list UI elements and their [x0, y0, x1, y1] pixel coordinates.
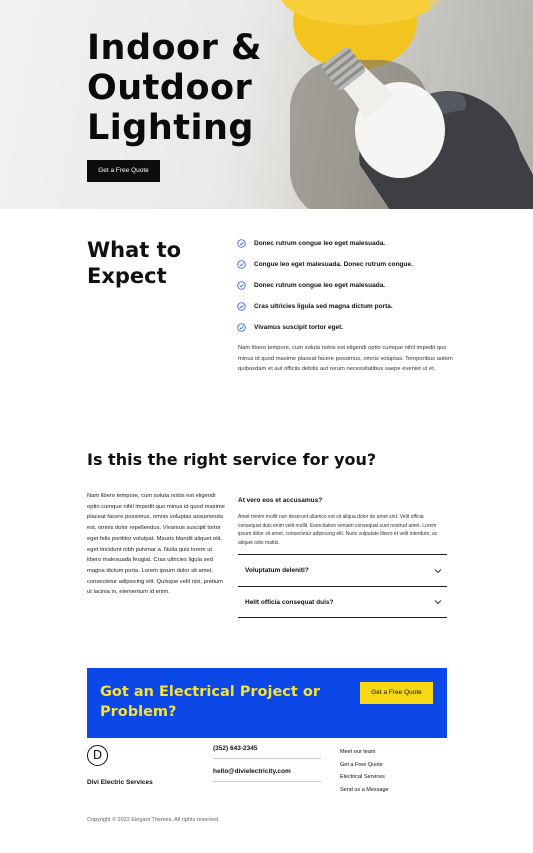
- accordion-item[interactable]: Hellt officia consequat duis?: [238, 586, 447, 619]
- check-circle-icon: [237, 281, 246, 290]
- hero-title-line: Outdoor: [87, 68, 253, 108]
- check-circle-icon: [237, 239, 246, 248]
- divi-logo[interactable]: D: [87, 745, 108, 766]
- checklist-item-label: Cras ultricies ligula sed magna dictum p…: [254, 303, 393, 310]
- cta-title: Got an Electrical Project or Problem?: [100, 684, 320, 720]
- hero-title-line: Lighting: [87, 108, 254, 148]
- cta-quote-button[interactable]: Get a Free Quote: [360, 682, 433, 704]
- expect-title-line: What to: [87, 238, 182, 262]
- footer-contact: (352) 643-2345 hello@divielectricity.com: [213, 745, 321, 782]
- footer-link[interactable]: Send us a Message: [340, 787, 389, 800]
- checklist-item-label: Donec rutrum congue leo eget malesuada.: [254, 282, 386, 289]
- copyright-text: Copyright © 2022 Elegant Themes. All rig…: [87, 817, 220, 823]
- checklist-item-label: Vivamus suscipit tortor eget.: [254, 324, 344, 331]
- hero-section: Indoor & Outdoor Lighting Get a Free Quo…: [0, 0, 533, 209]
- check-circle-icon: [237, 323, 246, 332]
- checklist-item: Donec rutrum congue leo eget malesuada.: [237, 275, 457, 296]
- hero-title-line: Indoor &: [87, 28, 263, 68]
- expect-paragraph: Nam libero tempore, cum soluta nobis est…: [238, 345, 453, 372]
- checklist-item: Vivamus suscipit tortor eget.: [237, 317, 457, 338]
- footer-link[interactable]: Electrical Services: [340, 774, 389, 787]
- check-circle-icon: [237, 260, 246, 269]
- accordion-item[interactable]: Voluptatum deleniti?: [238, 554, 447, 586]
- faq-accordion: At vero eos et accusamus? Amet minim mol…: [238, 490, 447, 619]
- chevron-down-icon: [434, 569, 442, 574]
- footer-links: Meet our team Get a Free Quote Electrica…: [340, 749, 389, 799]
- checklist-item: Congue leo eget malesuada. Donec rutrum …: [237, 254, 457, 275]
- footer-email[interactable]: hello@divielectricity.com: [213, 768, 321, 782]
- hero-title: Indoor & Outdoor Lighting: [87, 28, 317, 148]
- expect-checklist: Donec rutrum congue leo eget malesuada. …: [237, 233, 457, 338]
- service-title: Is this the right service for you?: [87, 450, 377, 469]
- footer-phone[interactable]: (352) 643-2345: [213, 745, 321, 759]
- chevron-down-icon: [434, 600, 442, 605]
- expect-title: What to Expect: [87, 237, 207, 289]
- footer-link[interactable]: Meet our team: [340, 749, 389, 762]
- hero-quote-button[interactable]: Get a Free Quote: [87, 160, 160, 182]
- accordion-open-title[interactable]: At vero eos et accusamus?: [238, 497, 447, 504]
- accordion-item-label: Hellt officia consequat duis?: [245, 598, 334, 606]
- accordion-item-label: Voluptatum deleniti?: [245, 567, 309, 575]
- checklist-item: Cras ultricies ligula sed magna dictum p…: [237, 296, 457, 317]
- check-circle-icon: [237, 302, 246, 311]
- checklist-item-label: Donec rutrum congue leo eget malesuada.: [254, 240, 386, 247]
- expect-title-line: Expect: [87, 264, 167, 288]
- checklist-item: Donec rutrum congue leo eget malesuada.: [237, 233, 457, 254]
- accordion-open-text: Amet minim mollit non deserunt ullamco e…: [238, 514, 438, 546]
- footer-brand-name: Divi Electric Services: [87, 779, 153, 786]
- footer-link[interactable]: Get a Free Quote: [340, 762, 389, 775]
- checklist-item-label: Congue leo eget malesuada. Donec rutrum …: [254, 261, 413, 268]
- service-paragraph: Nam libero tempore, cum soluta nobis est…: [87, 493, 225, 596]
- cta-banner: Got an Electrical Project or Problem? Ge…: [87, 668, 447, 738]
- accordion-open-item: At vero eos et accusamus? Amet minim mol…: [238, 497, 447, 554]
